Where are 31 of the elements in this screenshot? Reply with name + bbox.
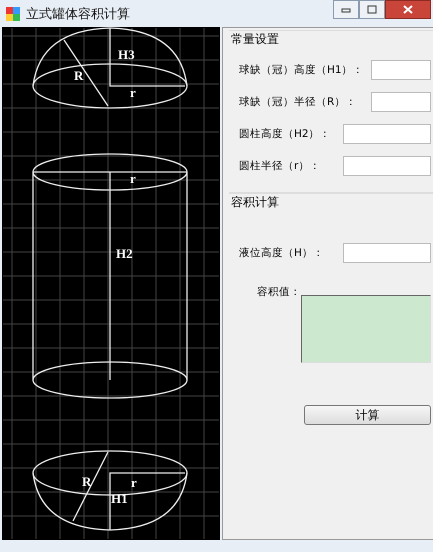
- field-label: 圆柱半径（r）：: [239, 159, 320, 173]
- close-button[interactable]: [385, 0, 431, 19]
- maximize-button[interactable]: [359, 0, 385, 19]
- maximize-icon: [367, 5, 377, 14]
- field-label: 容积值：: [257, 285, 301, 299]
- field-label: 液位高度（H）：: [239, 246, 324, 260]
- field-label: 圆柱高度（H2）：: [239, 127, 331, 141]
- calculate-button[interactable]: 计算: [304, 405, 431, 425]
- field-label: 球缺（冠）高度（H1）：: [239, 63, 364, 77]
- input-field[interactable]: [343, 156, 431, 176]
- minimize-icon: [341, 6, 351, 12]
- input-field[interactable]: [371, 60, 431, 80]
- field-label: 球缺（冠）半径（R）：: [239, 95, 356, 109]
- input-field[interactable]: [343, 124, 431, 144]
- dimension-label: r: [131, 475, 137, 490]
- dimension-label: r: [130, 171, 136, 186]
- dimension-label: r: [130, 85, 136, 100]
- close-icon: [403, 5, 413, 14]
- dimension-label: R: [74, 68, 84, 83]
- app-icon: [6, 6, 20, 20]
- group-title: 常量设置: [231, 31, 280, 48]
- input-field[interactable]: [371, 92, 431, 112]
- input-field[interactable]: [343, 243, 431, 263]
- group-title: 容积计算: [231, 194, 280, 211]
- dimension-label: R: [82, 474, 92, 489]
- result-field[interactable]: [301, 295, 431, 363]
- dimension-label: H3: [118, 47, 135, 62]
- dimension-label: H1: [111, 491, 128, 506]
- window-title: 立式罐体容积计算: [26, 6, 130, 22]
- dimension-label: H2: [116, 246, 133, 261]
- minimize-button[interactable]: [333, 0, 359, 19]
